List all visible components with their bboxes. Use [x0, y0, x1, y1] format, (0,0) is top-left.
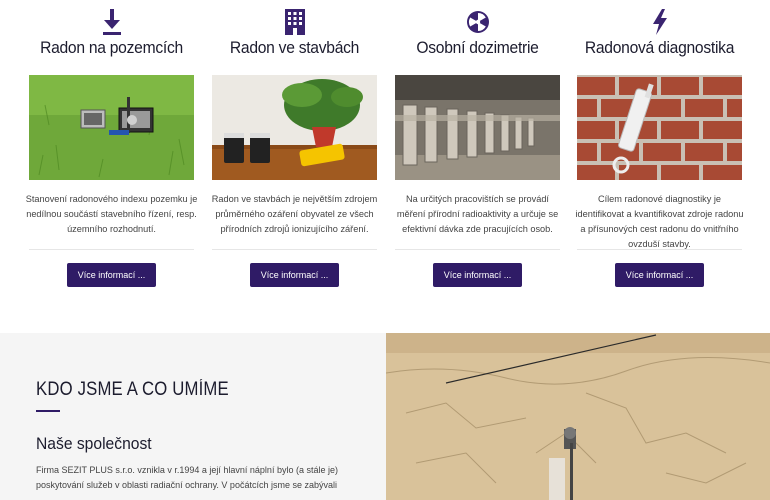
about-subheading: Naše společnost — [36, 434, 152, 453]
divider — [29, 249, 194, 250]
service-description: Stanovení radonového indexu pozemku je n… — [25, 194, 198, 234]
service-card-diagnostics: Radonová diagnostika Cílem radonové diag… — [575, 0, 744, 333]
service-photo-grass — [29, 75, 194, 180]
download-arrow-icon — [99, 8, 125, 36]
service-photo-brick — [577, 75, 742, 180]
service-title: Radon na pozemcích — [40, 38, 183, 57]
service-description: Radon ve stavbách je největším zdrojem p… — [211, 194, 378, 234]
service-description: Cílem radonové diagnostiky je identifiko… — [575, 194, 744, 249]
service-title: Radonová diagnostika — [584, 38, 735, 57]
about-section: KDO JSME A CO UMÍME Naše společnost Firm… — [0, 333, 386, 500]
divider — [212, 249, 377, 250]
heading-underline — [36, 410, 60, 412]
more-info-button-radon-land[interactable]: Více informací ... — [67, 263, 156, 287]
services-section: Radon na pozemcích Stanovení radonového … — [0, 0, 770, 333]
about-photo-soil-probe — [386, 333, 770, 500]
more-info-button-diagnostics[interactable]: Více informací ... — [615, 263, 704, 287]
service-photo-plant — [212, 75, 377, 180]
building-icon — [282, 8, 308, 36]
divider — [395, 249, 560, 250]
service-title: Radon ve stavbách — [229, 38, 360, 57]
service-card-radon-land: Radon na pozemcích Stanovení radonového … — [26, 0, 197, 333]
service-description: Na určitých pracovištích se provádí měře… — [396, 194, 559, 234]
lightning-icon — [647, 8, 673, 36]
divider — [577, 249, 742, 250]
about-body-text: Firma SEZIT PLUS s.r.o. vznikla v r.1994… — [36, 465, 338, 490]
service-title: Osobní dozimetrie — [416, 38, 539, 57]
service-card-radon-buildings: Radon ve stavbách Radon ve stavbách je n… — [212, 0, 377, 333]
radiation-icon — [465, 8, 491, 36]
service-photo-pipes — [395, 75, 560, 180]
about-heading: KDO JSME A CO UMÍME — [36, 379, 229, 400]
more-info-button-dosimetry[interactable]: Více informací ... — [433, 263, 522, 287]
more-info-button-radon-buildings[interactable]: Více informací ... — [250, 263, 339, 287]
service-card-dosimetry: Osobní dozimetrie Na určitých pracoviští… — [395, 0, 560, 333]
